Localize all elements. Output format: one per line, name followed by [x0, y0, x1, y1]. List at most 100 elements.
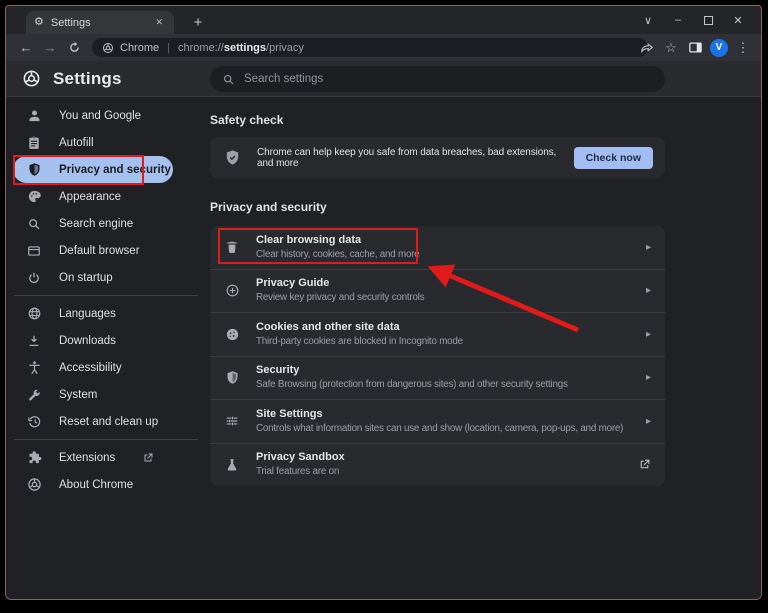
tab-strip: ⚙ Settings ✕ + ∨ – ✕	[6, 6, 761, 34]
chevron-right-icon: ▸	[646, 416, 651, 427]
tune-icon	[224, 413, 240, 429]
share-button[interactable]	[635, 36, 659, 60]
sidebar-item-search-engine[interactable]: Search engine	[13, 210, 173, 237]
sidebar-item-extensions[interactable]: Extensions	[13, 444, 173, 471]
page-title: Settings	[53, 69, 122, 89]
tab-settings[interactable]: ⚙ Settings ✕	[26, 11, 174, 34]
sidebar-item-on-startup[interactable]: On startup	[13, 264, 173, 291]
sidebar-divider	[14, 295, 198, 296]
sidebar-item-label: Search engine	[59, 218, 133, 230]
reload-icon	[68, 41, 81, 54]
url-host: settings	[224, 42, 266, 54]
shield-check-icon	[224, 149, 241, 166]
privacy-guide-icon	[224, 283, 240, 299]
sidebar-item-label: Downloads	[59, 335, 116, 347]
site-chip[interactable]: Chrome	[102, 42, 159, 54]
sidebar-item-reset-and-clean-up[interactable]: Reset and clean up	[13, 408, 173, 435]
search-icon	[26, 216, 42, 232]
row-title: Privacy Sandbox	[256, 451, 622, 464]
chevron-down-icon[interactable]: ∨	[633, 6, 663, 34]
search-input[interactable]: Search settings	[210, 66, 665, 92]
sidebar-item-privacy-and-security[interactable]: Privacy and security	[13, 156, 173, 183]
sidebar-item-appearance[interactable]: Appearance	[13, 183, 173, 210]
flask-icon	[224, 457, 240, 473]
power-icon	[26, 270, 42, 286]
new-tab-button[interactable]: +	[186, 11, 210, 34]
maximize-icon	[704, 16, 713, 25]
back-button[interactable]: ←	[14, 36, 38, 60]
sidebar-item-autofill[interactable]: Autofill	[13, 129, 173, 156]
row-cookies[interactable]: Cookies and other site data Third-party …	[210, 312, 665, 356]
row-title: Site Settings	[256, 408, 630, 421]
row-subtitle: Third-party cookies are blocked in Incog…	[256, 336, 630, 348]
sidebar-item-about-chrome[interactable]: About Chrome	[13, 471, 173, 498]
sidebar-item-system[interactable]: System	[13, 381, 173, 408]
row-title: Privacy Guide	[256, 277, 630, 290]
url-text: chrome://settings/privacy	[178, 42, 304, 54]
check-now-button[interactable]: Check now	[574, 147, 653, 169]
sidebar-item-languages[interactable]: Languages	[13, 300, 173, 327]
window-controls: ∨ – ✕	[633, 6, 753, 34]
browser-window: ⚙ Settings ✕ + ∨ – ✕ ← → Chrome | chrome…	[5, 5, 762, 600]
sidebar-item-label: About Chrome	[59, 479, 133, 491]
shield-icon	[224, 370, 240, 386]
sidebar-item-downloads[interactable]: Downloads	[13, 327, 173, 354]
browser-icon	[26, 243, 42, 259]
content-area: You and Google Autofill Privacy and secu…	[6, 97, 761, 600]
history-icon	[26, 414, 42, 430]
row-text: Site Settings Controls what information …	[256, 408, 630, 435]
sidebar-item-label: Accessibility	[59, 362, 122, 374]
toolbar-actions: ☆ V ⋮	[635, 34, 755, 61]
external-link-icon	[638, 458, 651, 471]
safety-check-heading: Safety check	[210, 113, 665, 127]
close-button[interactable]: ✕	[723, 6, 753, 34]
share-icon	[640, 41, 654, 55]
sidebar-item-accessibility[interactable]: Accessibility	[13, 354, 173, 381]
trash-icon	[224, 239, 240, 255]
palette-icon	[26, 189, 42, 205]
tab-close-icon[interactable]: ✕	[152, 15, 166, 30]
row-privacy-guide[interactable]: Privacy Guide Review key privacy and sec…	[210, 269, 665, 313]
sidebar-item-label: Appearance	[59, 191, 121, 203]
row-text: Clear browsing data Clear history, cooki…	[256, 234, 630, 261]
row-privacy-sandbox[interactable]: Privacy Sandbox Trial features are on	[210, 443, 665, 487]
avatar[interactable]: V	[710, 39, 728, 57]
side-panel-button[interactable]	[683, 36, 707, 60]
main-column: Safety check Chrome can help keep you sa…	[210, 97, 665, 486]
menu-button[interactable]: ⋮	[731, 36, 755, 60]
cookie-icon	[224, 326, 240, 342]
site-chip-label: Chrome	[120, 42, 159, 54]
url-path: /privacy	[266, 42, 304, 54]
row-clear-browsing-data[interactable]: Clear browsing data Clear history, cooki…	[210, 226, 665, 269]
sidebar-item-label: On startup	[59, 272, 113, 284]
privacy-section-heading: Privacy and security	[210, 200, 665, 214]
sidebar-item-default-browser[interactable]: Default browser	[13, 237, 173, 264]
sidebar-item-label: Privacy and security	[59, 164, 171, 176]
wrench-icon	[26, 387, 42, 403]
maximize-button[interactable]	[693, 6, 723, 34]
settings-header: Settings Search settings	[6, 61, 761, 97]
row-title: Security	[256, 364, 630, 377]
privacy-shield-icon	[26, 162, 42, 178]
row-text: Privacy Guide Review key privacy and sec…	[256, 277, 630, 304]
settings-logo-icon	[22, 69, 41, 88]
row-security[interactable]: Security Safe Browsing (protection from …	[210, 356, 665, 400]
row-site-settings[interactable]: Site Settings Controls what information …	[210, 399, 665, 443]
download-icon	[26, 333, 42, 349]
sidebar: You and Google Autofill Privacy and secu…	[6, 97, 206, 498]
external-link-icon	[142, 452, 154, 464]
minimize-button[interactable]: –	[663, 6, 693, 34]
row-title: Clear browsing data	[256, 234, 630, 247]
safety-check-text: Chrome can help keep you safe from data …	[257, 147, 574, 169]
sidebar-item-you-and-google[interactable]: You and Google	[13, 102, 173, 129]
row-text: Cookies and other site data Third-party …	[256, 321, 630, 348]
address-bar[interactable]: Chrome | chrome://settings/privacy	[92, 38, 648, 57]
chrome-logo-icon	[26, 477, 42, 493]
toolbar: ← → Chrome | chrome://settings/privacy ☆…	[6, 34, 761, 61]
row-subtitle: Review key privacy and security controls	[256, 292, 630, 304]
forward-button[interactable]: →	[38, 36, 62, 60]
sidebar-item-label: Reset and clean up	[59, 416, 158, 428]
bookmark-button[interactable]: ☆	[659, 36, 683, 60]
chevron-right-icon: ▸	[646, 372, 651, 383]
reload-button[interactable]	[62, 36, 86, 60]
